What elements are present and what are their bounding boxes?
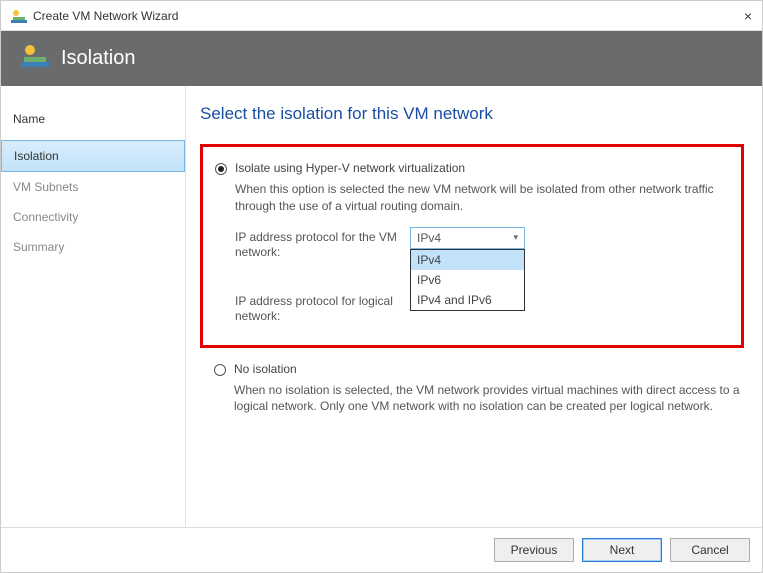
window-title: Create VM Network Wizard (33, 9, 178, 23)
vm-protocol-combo[interactable]: IPv4 ▾ IPv4 IPv6 IPv4 and IPv6 (410, 227, 525, 249)
footer: Previous Next Cancel (1, 527, 762, 572)
dropdown-item-ipv4ipv6[interactable]: IPv4 and IPv6 (411, 290, 524, 310)
previous-button[interactable]: Previous (494, 538, 574, 562)
logical-protocol-label: IP address protocol for logical network: (235, 291, 410, 325)
sidebar-item-name[interactable]: Name (1, 104, 185, 140)
chevron-down-icon: ▾ (513, 232, 518, 243)
option-isolate-row[interactable]: Isolate using Hyper-V network virtualiza… (215, 161, 729, 175)
sidebar-item-vmsubnets[interactable]: VM Subnets (1, 172, 185, 202)
option-noisolation-section: No isolation When no isolation is select… (200, 362, 744, 416)
page-title: Select the isolation for this VM network (200, 104, 744, 124)
option-noisolation-row[interactable]: No isolation (214, 362, 744, 376)
dropdown-item-ipv6[interactable]: IPv6 (411, 270, 524, 290)
protocol-fields: IP address protocol for the VM network: … (235, 227, 729, 327)
option-isolate-label: Isolate using Hyper-V network virtualiza… (235, 161, 465, 175)
radio-noisolation[interactable] (214, 364, 226, 376)
sidebar-item-summary[interactable]: Summary (1, 232, 185, 262)
content-pane: Select the isolation for this VM network… (186, 86, 762, 527)
wizard-window: Create VM Network Wizard × Isolation Nam… (0, 0, 763, 573)
titlebar: Create VM Network Wizard × (1, 1, 762, 31)
sidebar-item-connectivity[interactable]: Connectivity (1, 202, 185, 232)
option-noisolation-label: No isolation (234, 362, 297, 376)
dropdown-item-ipv4[interactable]: IPv4 (411, 250, 524, 270)
vm-protocol-label: IP address protocol for the VM network: (235, 227, 410, 261)
radio-isolate[interactable] (215, 163, 227, 175)
wizard-icon (11, 8, 27, 24)
option-noisolation-description: When no isolation is selected, the VM ne… (234, 382, 744, 416)
vm-protocol-dropdown: IPv4 IPv6 IPv4 and IPv6 (410, 249, 525, 311)
vm-protocol-value: IPv4 (417, 231, 441, 245)
option-isolate-description: When this option is selected the new VM … (235, 181, 729, 215)
header-title: Isolation (61, 47, 136, 70)
wizard-body: Name Isolation VM Subnets Connectivity S… (1, 86, 762, 527)
close-icon[interactable]: × (744, 8, 752, 24)
sidebar-item-isolation[interactable]: Isolation (1, 140, 185, 172)
highlight-box: Isolate using Hyper-V network virtualiza… (200, 144, 744, 348)
sidebar: Name Isolation VM Subnets Connectivity S… (1, 86, 186, 527)
header-icon (21, 42, 49, 76)
next-button[interactable]: Next (582, 538, 662, 562)
vm-protocol-selected[interactable]: IPv4 ▾ (410, 227, 525, 249)
header-band: Isolation (1, 31, 762, 86)
cancel-button[interactable]: Cancel (670, 538, 750, 562)
